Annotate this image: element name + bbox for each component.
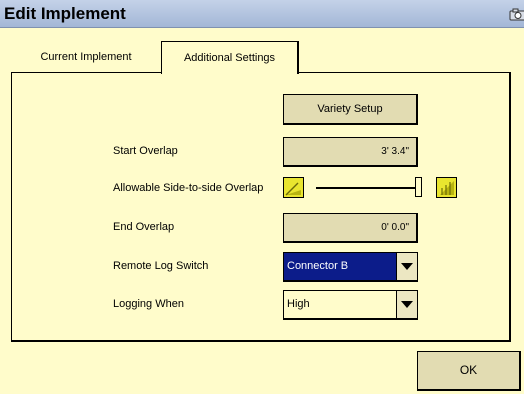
overlap-increase-icon[interactable] [436, 177, 457, 198]
panel-divider [11, 72, 161, 73]
end-overlap-label: End Overlap [113, 221, 175, 233]
settings-panel [11, 72, 511, 342]
logging-when-label: Logging When [113, 298, 184, 310]
overlap-slider-thumb[interactable] [415, 177, 422, 197]
start-overlap-label: Start Overlap [113, 145, 178, 157]
dropdown-button[interactable] [396, 291, 417, 318]
overlap-slider-track [316, 187, 415, 189]
remote-log-switch-value: Connector B [284, 253, 396, 280]
remote-log-switch-dropdown[interactable]: Connector B [283, 252, 418, 282]
chevron-down-icon [401, 263, 413, 270]
title-bar: Edit Implement [0, 0, 524, 28]
camera-icon[interactable] [509, 8, 524, 21]
start-overlap-field[interactable]: 3' 3.4" [283, 137, 418, 167]
logging-when-dropdown[interactable]: High [283, 290, 418, 320]
side-overlap-label: Allowable Side-to-side Overlap [113, 182, 264, 194]
end-overlap-field[interactable]: 0' 0.0" [283, 213, 418, 243]
dropdown-button[interactable] [396, 253, 417, 280]
chevron-down-icon [401, 301, 413, 308]
remote-log-switch-label: Remote Log Switch [113, 260, 209, 272]
tab-strip: Current Implement Additional Settings [11, 41, 511, 74]
variety-setup-button[interactable]: Variety Setup [283, 94, 418, 125]
ok-button[interactable]: OK [417, 351, 521, 391]
panel-divider [299, 72, 511, 73]
window-title: Edit Implement [4, 4, 126, 23]
logging-when-value: High [284, 291, 396, 318]
tab-current-implement[interactable]: Current Implement [11, 41, 161, 73]
tab-additional-settings[interactable]: Additional Settings [161, 41, 299, 74]
overlap-decrease-icon[interactable] [283, 177, 304, 198]
